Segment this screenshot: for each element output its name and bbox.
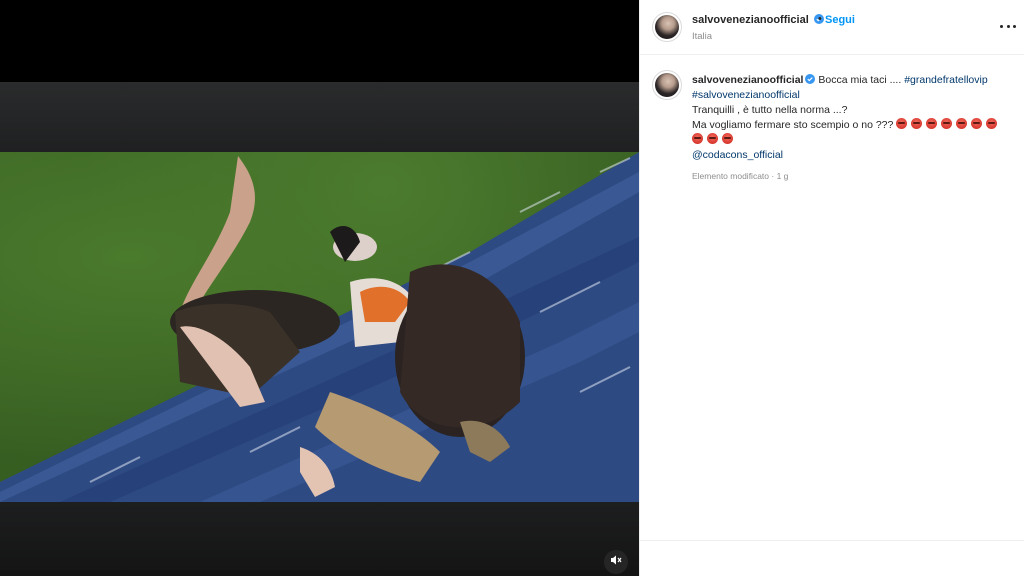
video-scene-illustration — [0, 152, 639, 502]
follow-button[interactable]: Segui — [825, 14, 855, 26]
more-options-icon[interactable] — [1000, 18, 1016, 34]
post-meta: Elemento modificato · 1 g — [692, 171, 789, 181]
caption-text: salvovenezianoofficial Bocca mia taci ..… — [692, 73, 1014, 163]
mute-button[interactable] — [604, 550, 628, 574]
username-link[interactable]: salvovenezianoofficial — [692, 14, 824, 26]
username-text[interactable]: salvovenezianoofficial — [692, 14, 809, 26]
caption-line: Tranquilli , è tutto nella norma ...? — [692, 104, 848, 116]
face-with-symbols-on-mouth-emoji — [926, 118, 938, 129]
divider — [640, 540, 1024, 541]
hashtag-link[interactable]: #grandefratellovip — [904, 74, 987, 86]
post-header: salvovenezianoofficial • Segui Italia — [640, 0, 1024, 55]
face-with-symbols-on-mouth-emoji — [911, 118, 923, 129]
avatar[interactable] — [652, 12, 682, 42]
caption-line: Ma vogliamo fermare sto scempio o no ??? — [692, 119, 894, 131]
speaker-muted-icon — [610, 553, 622, 571]
video-frame[interactable] — [0, 152, 639, 502]
face-with-symbols-on-mouth-emoji — [692, 133, 703, 144]
mention-link[interactable]: @codacons_official — [692, 149, 783, 161]
post-video[interactable] — [0, 0, 639, 576]
separator-dot: • — [818, 13, 822, 25]
post-details-panel: salvovenezianoofficial • Segui Italia sa… — [639, 0, 1024, 576]
caption-username-link[interactable]: salvovenezianoofficial — [692, 74, 816, 86]
face-with-symbols-on-mouth-emoji — [722, 133, 733, 144]
face-with-symbols-on-mouth-emoji — [707, 133, 718, 144]
hashtag-link[interactable]: #salvovenezianoofficial — [692, 89, 800, 101]
location-link[interactable]: Italia — [692, 31, 712, 42]
face-with-symbols-on-mouth-emoji — [956, 118, 968, 129]
face-with-symbols-on-mouth-emoji — [896, 118, 908, 129]
verified-badge-icon — [805, 74, 816, 84]
face-with-symbols-on-mouth-emoji — [971, 118, 983, 129]
caption-lead: Bocca mia taci .... — [818, 74, 902, 86]
avatar[interactable] — [652, 70, 682, 100]
video-letterbox-bottom — [0, 502, 639, 576]
face-with-symbols-on-mouth-emoji — [941, 118, 953, 129]
face-with-symbols-on-mouth-emoji — [986, 118, 998, 129]
video-letterbox-top — [0, 82, 639, 152]
